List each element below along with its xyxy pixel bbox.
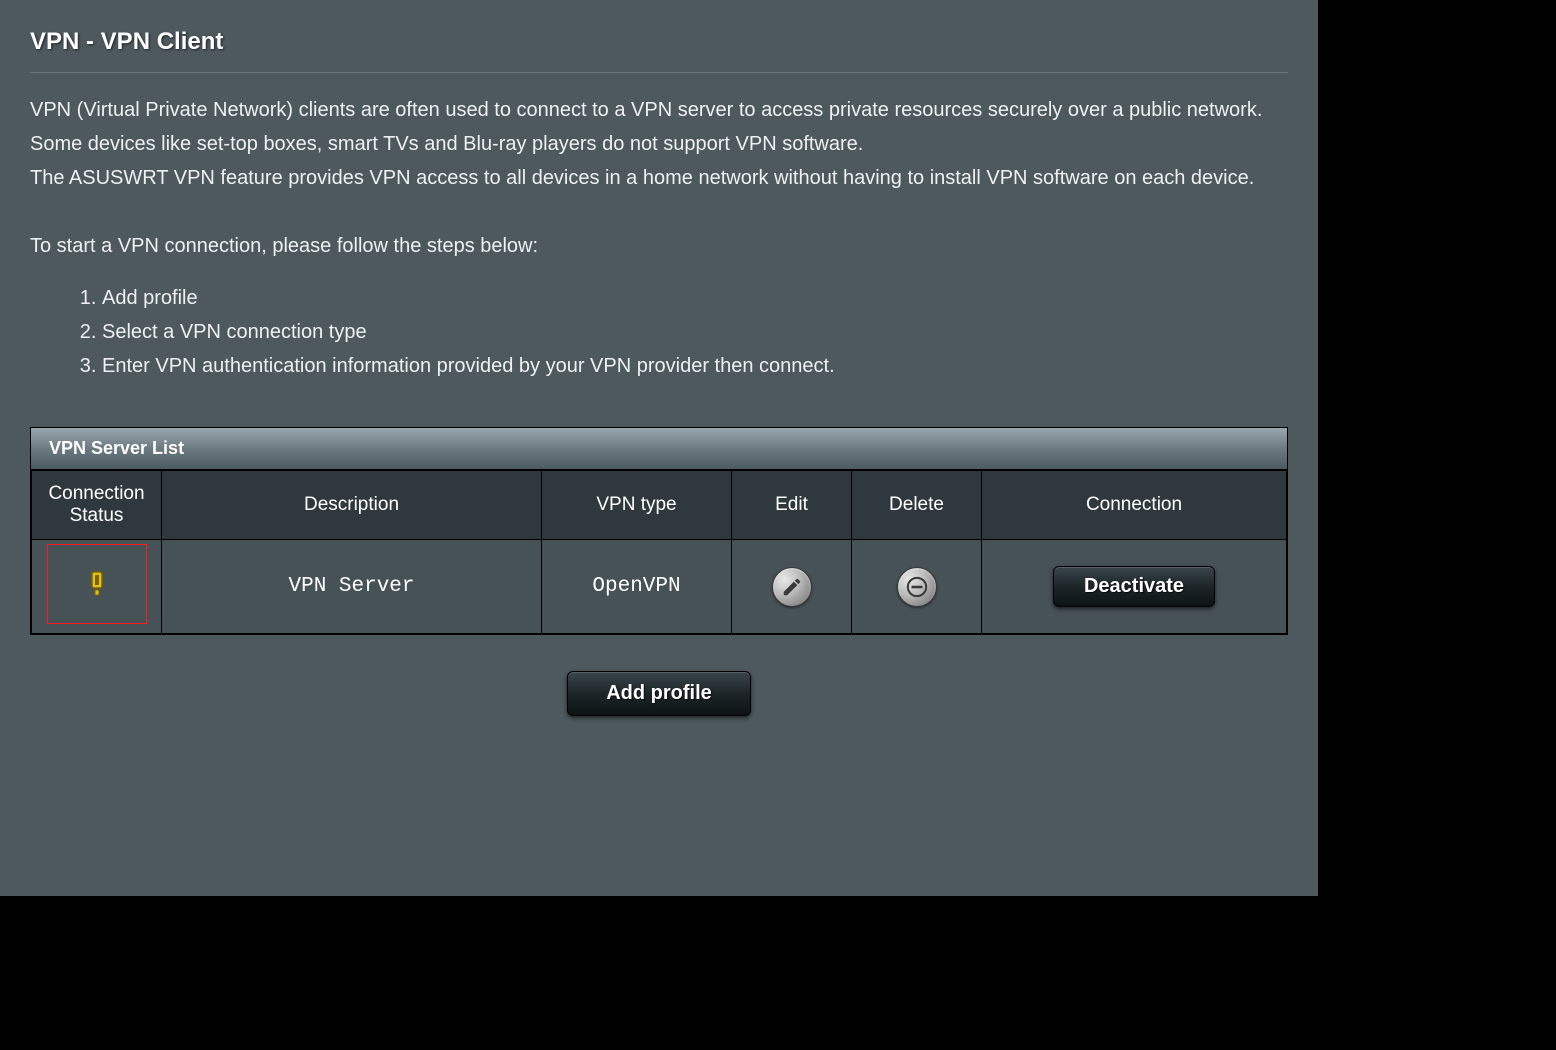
- status-highlight-box: [47, 544, 147, 624]
- cell-connection: Deactivate: [982, 540, 1287, 634]
- intro-paragraph-4: To start a VPN connection, please follow…: [30, 229, 1288, 263]
- pencil-icon: [781, 576, 803, 598]
- minus-icon: [906, 576, 928, 598]
- delete-button[interactable]: [897, 567, 937, 607]
- col-header-connection: Connection: [982, 471, 1287, 540]
- col-header-description: Description: [162, 471, 542, 540]
- add-profile-button[interactable]: Add profile: [567, 671, 751, 716]
- page-title: VPN - VPN Client: [30, 20, 1288, 72]
- vpn-server-list-table: VPN Server List Connection Status Descri…: [30, 427, 1288, 635]
- intro-paragraph-1: VPN (Virtual Private Network) clients ar…: [30, 93, 1288, 127]
- table-header-row: Connection Status Description VPN type E…: [32, 471, 1287, 540]
- step-item: Add profile: [102, 281, 1288, 315]
- deactivate-button[interactable]: Deactivate: [1053, 566, 1215, 607]
- add-profile-row: Add profile: [30, 671, 1288, 716]
- step-item: Enter VPN authentication information pro…: [102, 349, 1288, 383]
- edit-button[interactable]: [772, 567, 812, 607]
- col-header-edit: Edit: [732, 471, 852, 540]
- intro-text: VPN (Virtual Private Network) clients ar…: [30, 93, 1288, 383]
- divider: [30, 72, 1288, 73]
- col-header-vpn-type: VPN type: [542, 471, 732, 540]
- col-header-status: Connection Status: [32, 471, 162, 540]
- vpn-client-panel: VPN - VPN Client VPN (Virtual Private Ne…: [0, 0, 1320, 896]
- cell-description: VPN Server: [162, 540, 542, 634]
- col-header-delete: Delete: [852, 471, 982, 540]
- table-caption: VPN Server List: [31, 428, 1287, 470]
- intro-paragraph-3: The ASUSWRT VPN feature provides VPN acc…: [30, 161, 1288, 195]
- cell-vpn-type: OpenVPN: [542, 540, 732, 634]
- cell-status: [32, 540, 162, 634]
- intro-paragraph-2: Some devices like set-top boxes, smart T…: [30, 127, 1288, 161]
- cell-delete: [852, 540, 982, 634]
- cell-edit: [732, 540, 852, 634]
- step-item: Select a VPN connection type: [102, 315, 1288, 349]
- warning-icon: [87, 570, 107, 598]
- table-row: VPN Server OpenVPN: [32, 540, 1287, 634]
- steps-list: Add profile Select a VPN connection type…: [30, 281, 1288, 383]
